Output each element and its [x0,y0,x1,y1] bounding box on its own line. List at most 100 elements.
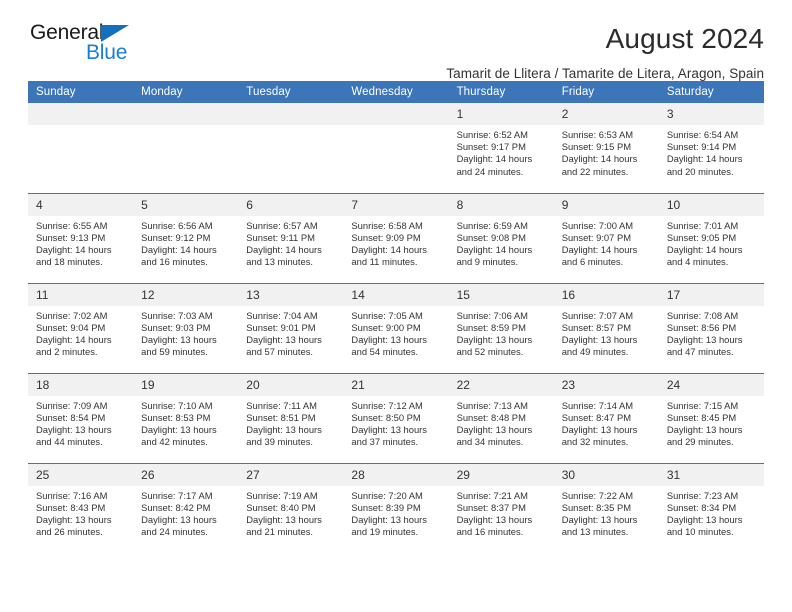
day-details: Sunrise: 7:19 AM Sunset: 8:40 PM Daylight:… [238,486,343,539]
brand-name-blue: Blue [86,41,128,64]
daylight-text: Daylight: 13 hours [561,423,638,435]
calendar-day-cell[interactable]: 12 Sunrise: 7:03 AM Sunset: 9:03 PM Dayligh… [133,282,239,373]
weekday-header-sunday: Sunday [28,81,134,103]
day-details: Sunrise: 6:52 AM Sunset: 9:17 PM Daylight:… [449,125,554,178]
daylight-text: and 21 minutes. [246,526,313,538]
day-number: 15 [448,283,554,306]
calendar-day-cell[interactable]: 15 Sunrise: 7:06 AM Sunset: 8:59 PM Dayligh… [448,282,554,373]
calendar-day-cell[interactable]: 5 Sunrise: 6:56 AM Sunset: 9:12 PM Daylight… [133,192,239,283]
sunset-text: Sunset: 9:07 PM [561,231,632,243]
sunset-text: Sunset: 8:57 PM [561,321,632,333]
sunset-text: Sunset: 9:00 PM [351,321,421,333]
calendar-day-cell[interactable]: 2 Sunrise: 6:53 AM Sunset: 9:15 PM Daylight… [553,103,659,193]
daylight-text: and 16 minutes. [141,256,208,268]
day-number [133,103,239,125]
daylight-text: and 44 minutes. [36,436,103,448]
calendar-day-cell[interactable]: 23 Sunrise: 7:14 AM Sunset: 8:47 PM Dayligh… [553,372,659,463]
daylight-text: Daylight: 14 hours [246,243,322,255]
daylight-text: and 29 minutes. [666,436,734,448]
calendar-day-cell[interactable]: 28 Sunrise: 7:20 AM Sunset: 8:39 PM Dayligh… [343,462,449,553]
calendar-week-row: 18 Sunrise: 7:09 AM Sunset: 8:54 PM Dayligh… [28,372,764,463]
calendar-week-row: 1 Sunrise: 6:52 AM Sunset: 9:17 PM Daylight… [28,103,764,193]
sunrise-text: Sunrise: 7:21 AM [456,489,528,501]
calendar-day-cell[interactable]: 26 Sunrise: 7:17 AM Sunset: 8:42 PM Dayligh… [133,462,239,553]
calendar-week-row: 4 Sunrise: 6:55 AM Sunset: 9:13 PM Daylight… [28,192,764,283]
daylight-text: Daylight: 13 hours [666,423,743,435]
calendar-day-cell[interactable]: 29 Sunrise: 7:21 AM Sunset: 8:37 PM Dayligh… [448,462,554,553]
daylight-text: Daylight: 13 hours [351,513,427,525]
sunrise-text: Sunrise: 6:57 AM [246,219,318,231]
weekday-header-tuesday: Tuesday [238,81,344,103]
calendar-day-cell[interactable]: 6 Sunrise: 6:57 AM Sunset: 9:11 PM Daylight… [238,192,344,283]
sunrise-text: Sunrise: 7:20 AM [351,489,423,501]
calendar-day-cell[interactable]: 19 Sunrise: 7:10 AM Sunset: 8:53 PM Dayligh… [133,372,239,463]
day-details: Sunrise: 7:11 AM Sunset: 8:51 PM Daylight:… [238,396,343,449]
calendar-day-cell[interactable]: 20 Sunrise: 7:11 AM Sunset: 8:51 PM Dayligh… [238,372,344,463]
calendar-day-cell[interactable]: 10 Sunrise: 7:01 AM Sunset: 9:05 PM Dayligh… [658,192,764,283]
daylight-text: Daylight: 14 hours [36,243,112,255]
day-number: 28 [343,463,449,486]
daylight-text: and 24 minutes. [141,526,208,538]
calendar-day-cell[interactable]: 30 Sunrise: 7:22 AM Sunset: 8:35 PM Dayligh… [553,462,659,553]
calendar-header-row: Sunday Monday Tuesday Wednesday Thursday… [28,81,764,103]
sunset-text: Sunset: 8:59 PM [456,321,526,333]
daylight-text: Daylight: 14 hours [666,153,743,165]
day-number: 26 [133,463,239,486]
calendar-day-cell[interactable]: 8 Sunrise: 6:59 AM Sunset: 9:08 PM Daylight… [448,192,554,283]
sunrise-text: Sunrise: 7:22 AM [561,489,634,501]
daylight-text: Daylight: 13 hours [351,423,427,435]
calendar-day-cell[interactable]: 17 Sunrise: 7:08 AM Sunset: 8:56 PM Dayligh… [658,282,764,373]
calendar-day-cell[interactable]: 25 Sunrise: 7:16 AM Sunset: 8:43 PM Dayligh… [28,462,134,553]
calendar-day-cell[interactable]: 1 Sunrise: 6:52 AM Sunset: 9:17 PM Daylight… [448,103,554,193]
day-number: 16 [553,283,659,306]
sunset-text: Sunset: 8:42 PM [141,501,211,513]
calendar-day-cell[interactable]: 18 Sunrise: 7:09 AM Sunset: 8:54 PM Dayligh… [28,372,134,463]
sunset-text: Sunset: 9:01 PM [246,321,316,333]
sunrise-text: Sunrise: 7:03 AM [141,309,213,321]
sunrise-text: Sunrise: 6:53 AM [561,129,634,140]
sunrise-text: Sunrise: 7:11 AM [246,399,317,411]
day-details: Sunrise: 7:21 AM Sunset: 8:37 PM Daylight:… [449,486,554,539]
calendar-day-cell[interactable]: 21 Sunrise: 7:12 AM Sunset: 8:50 PM Dayligh… [343,372,449,463]
daylight-text: and 6 minutes. [561,256,624,268]
day-number: 22 [448,373,554,396]
sunrise-text: Sunrise: 7:16 AM [36,489,108,501]
calendar-day-cell[interactable]: 9 Sunrise: 7:00 AM Sunset: 9:07 PM Daylight… [553,192,659,283]
calendar-week-row: 11 Sunrise: 7:02 AM Sunset: 9:04 PM Dayligh… [28,282,764,373]
day-details: Sunrise: 7:07 AM Sunset: 8:57 PM Daylight:… [554,306,659,359]
daylight-text: Daylight: 13 hours [561,333,638,345]
daylight-text: Daylight: 13 hours [561,513,638,525]
calendar-day-cell[interactable]: 16 Sunrise: 7:07 AM Sunset: 8:57 PM Dayligh… [553,282,659,373]
sunset-text: Sunset: 9:08 PM [456,231,526,243]
calendar-day-cell[interactable]: 31 Sunrise: 7:23 AM Sunset: 8:34 PM Dayligh… [658,462,764,553]
sunset-text: Sunset: 8:51 PM [246,411,316,423]
sunset-text: Sunset: 8:56 PM [666,321,737,333]
day-number [343,103,449,125]
calendar-day-cell[interactable]: 22 Sunrise: 7:13 AM Sunset: 8:48 PM Dayligh… [448,372,554,463]
calendar-day-cell-empty [28,103,134,193]
daylight-text: and 22 minutes. [561,165,629,177]
brand-logo[interactable]: General Blue [28,22,158,68]
day-number: 3 [658,103,764,125]
calendar-day-cell[interactable]: 4 Sunrise: 6:55 AM Sunset: 9:13 PM Daylight… [28,192,134,283]
day-number: 1 [448,103,554,125]
calendar-day-cell[interactable]: 13 Sunrise: 7:04 AM Sunset: 9:01 PM Dayligh… [238,282,344,373]
calendar-day-cell[interactable]: 27 Sunrise: 7:19 AM Sunset: 8:40 PM Dayligh… [238,462,344,553]
calendar-day-cell[interactable]: 11 Sunrise: 7:02 AM Sunset: 9:04 PM Dayligh… [28,282,134,373]
weekday-header-friday: Friday [553,81,659,103]
daylight-text: Daylight: 13 hours [666,333,743,345]
daylight-text: and 24 minutes. [456,165,524,177]
day-number: 7 [343,193,449,216]
calendar-day-cell[interactable]: 14 Sunrise: 7:05 AM Sunset: 9:00 PM Dayligh… [343,282,449,373]
day-number: 24 [658,373,764,396]
day-details: Sunrise: 7:09 AM Sunset: 8:54 PM Daylight:… [28,396,133,449]
calendar-day-cell[interactable]: 7 Sunrise: 6:58 AM Sunset: 9:09 PM Daylight… [343,192,449,283]
sunset-text: Sunset: 8:54 PM [36,411,106,423]
sunset-text: Sunset: 9:15 PM [561,141,632,153]
daylight-text: Daylight: 14 hours [561,243,638,255]
daylight-text: and 9 minutes. [456,256,519,268]
calendar-day-cell[interactable]: 24 Sunrise: 7:15 AM Sunset: 8:45 PM Dayligh… [658,372,764,463]
calendar-day-cell[interactable]: 3 Sunrise: 6:54 AM Sunset: 9:14 PM Daylight… [658,103,764,193]
daylight-text: and 52 minutes. [456,346,524,358]
day-number: 21 [343,373,449,396]
